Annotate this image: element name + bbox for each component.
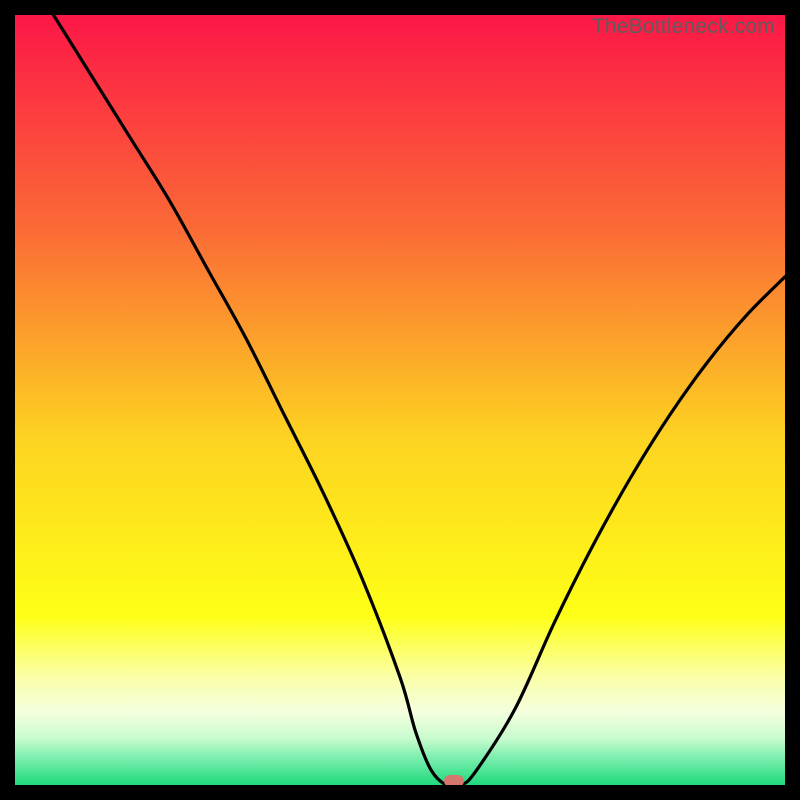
bottleneck-curve (15, 15, 785, 785)
optimal-point-marker (444, 775, 464, 785)
chart-stage: TheBottleneck.com (0, 0, 800, 800)
watermark-text: TheBottleneck.com (592, 15, 775, 39)
plot-area: TheBottleneck.com (15, 15, 785, 785)
